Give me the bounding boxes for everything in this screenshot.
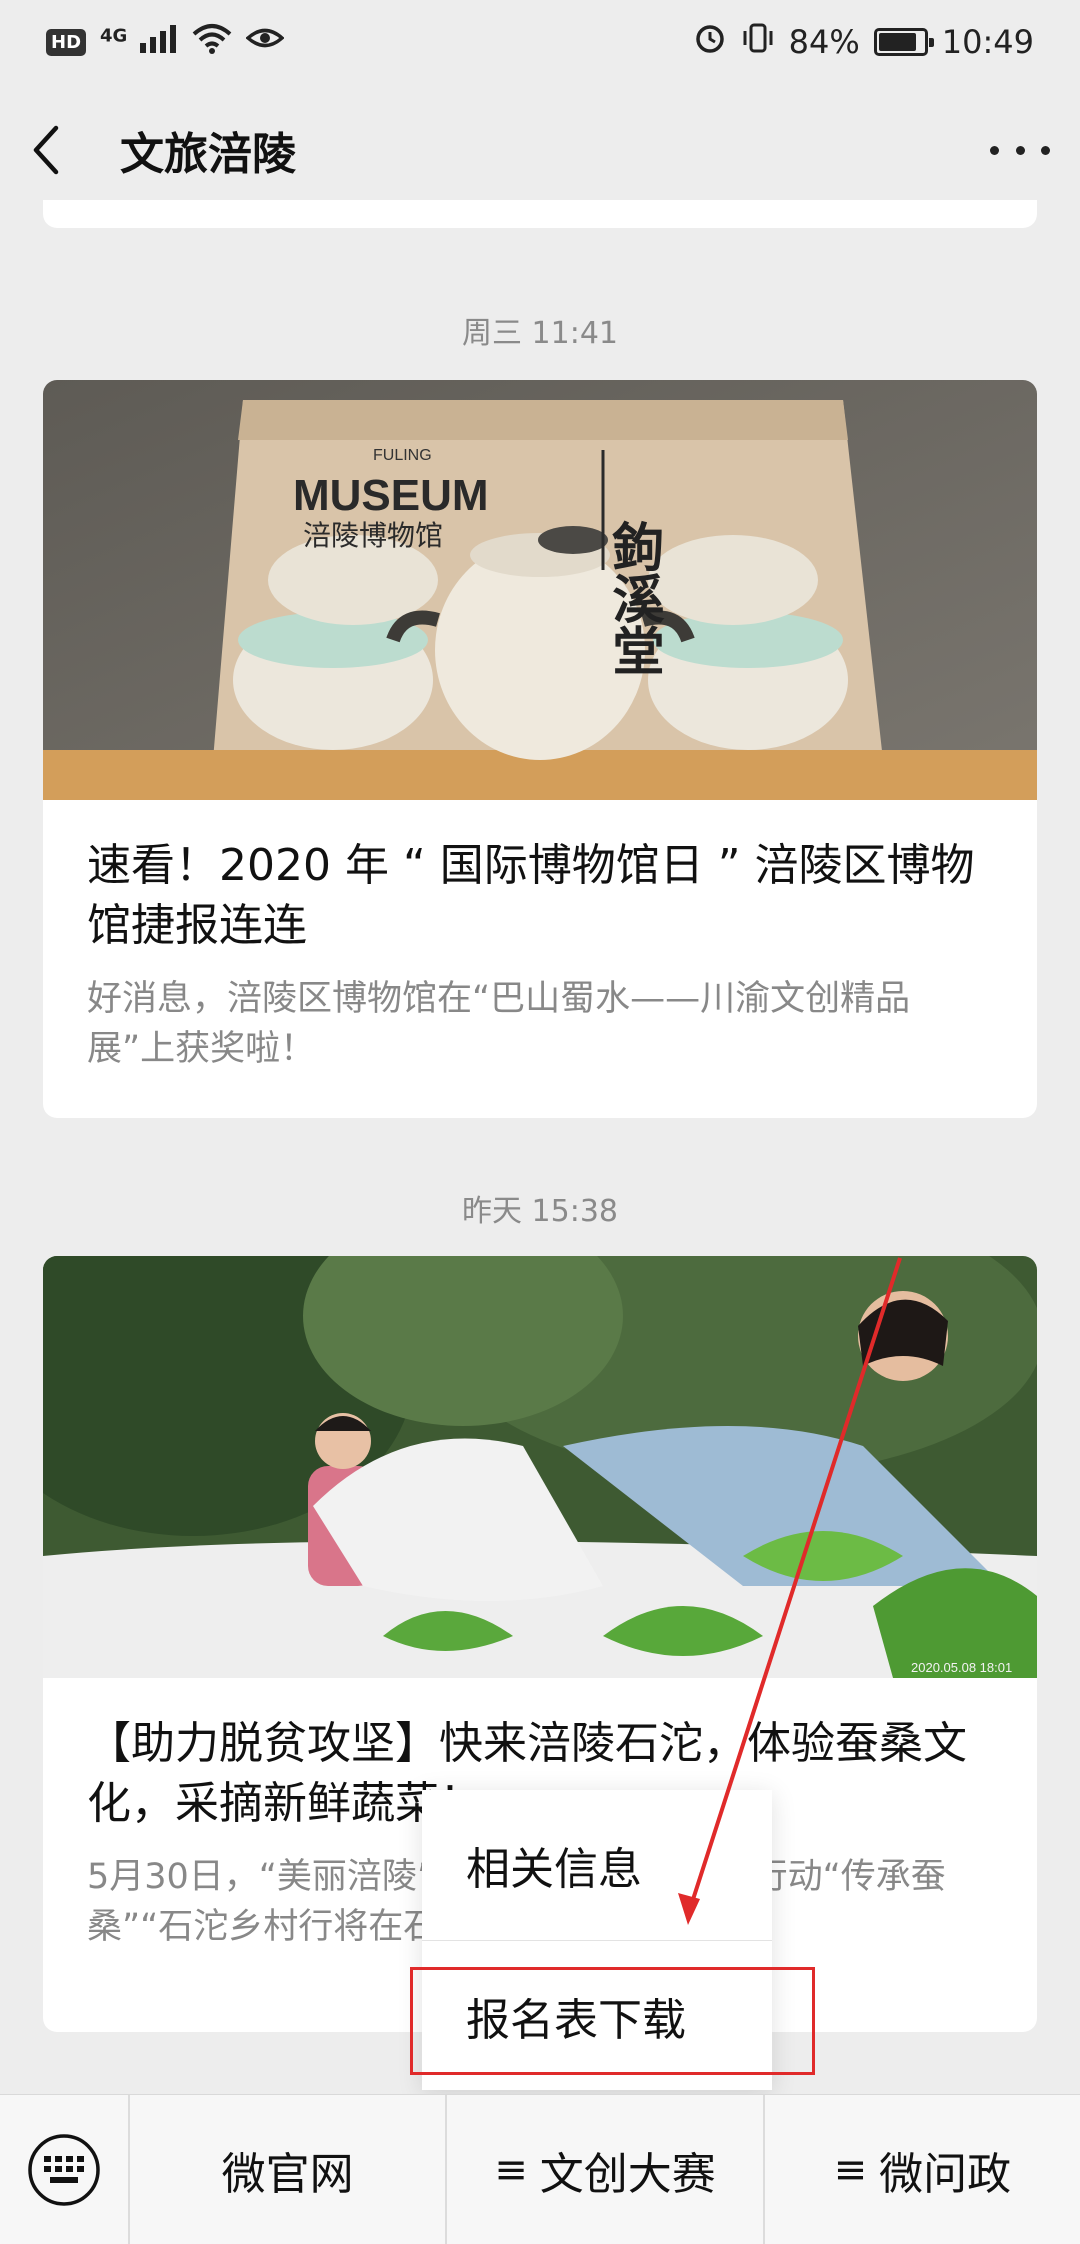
menu-item-registration-download[interactable]: 报名表下载 bbox=[422, 1940, 772, 2090]
dot-icon bbox=[1041, 145, 1050, 155]
wifi-icon bbox=[192, 22, 232, 62]
cover-text-vertical: 鉤溪堂 bbox=[603, 520, 665, 676]
article-title: 速看！2020 年 “ 国际博物馆日 ” 涪陵区博物馆捷报连连 bbox=[87, 840, 975, 951]
battery-icon bbox=[873, 28, 934, 56]
menu-tab-label: 文创大赛 bbox=[539, 2148, 716, 2200]
more-options-button[interactable] bbox=[990, 130, 1050, 170]
battery-fill bbox=[878, 33, 916, 51]
submenu-list-icon: ≡ bbox=[833, 2146, 868, 2193]
submenu-list-icon: ≡ bbox=[494, 2146, 528, 2193]
alarm-icon bbox=[693, 21, 727, 63]
previous-article-card[interactable] bbox=[43, 200, 1037, 228]
menu-tab-label: 微官网 bbox=[221, 2148, 354, 2200]
chat-header: 文旅涪陵 bbox=[0, 84, 1080, 216]
timestamp: 昨天 15:38 bbox=[462, 1194, 618, 1229]
eye-icon bbox=[244, 23, 285, 61]
menu-tab-label: 微问政 bbox=[879, 2148, 1012, 2200]
cover-text-top: FULING bbox=[373, 447, 432, 464]
cover-caption: 2020.05.08 18:01 bbox=[911, 1660, 1012, 1675]
dot-icon bbox=[1015, 145, 1025, 155]
article-body: 速看！2020 年 “ 国际博物馆日 ” 涪陵区博物馆捷报连连 好消息，涪陵区博… bbox=[43, 800, 1037, 1118]
bottom-menu-bar: 微官网 ≡ 文创大赛 ≡ 微问政 bbox=[0, 2094, 1080, 2244]
article-digest: 好消息，涪陵区博物馆在“巴山蜀水——川渝文创精品展”上获奖啦！ bbox=[87, 979, 911, 1069]
cover-text-cn: 涪陵博物馆 bbox=[303, 519, 443, 552]
clock-time: 10:49 bbox=[941, 23, 1034, 61]
dot-icon bbox=[990, 145, 999, 155]
cover-text-main: MUSEUM bbox=[293, 471, 489, 520]
keyboard-toggle-button[interactable] bbox=[0, 2094, 130, 2244]
status-right: 84% 10:49 bbox=[693, 21, 1034, 63]
menu-tab-inquiry[interactable]: ≡ 微问政 bbox=[762, 2094, 1080, 2244]
chevron-left-icon bbox=[33, 125, 59, 175]
back-button[interactable] bbox=[30, 115, 80, 185]
battery-percent: 84% bbox=[788, 23, 860, 61]
page-title: 文旅涪陵 bbox=[120, 129, 296, 180]
keyboard-icon bbox=[28, 2133, 100, 2206]
menu-item-related-info[interactable]: 相关信息 bbox=[422, 1790, 772, 1940]
vibrate-icon bbox=[741, 21, 775, 63]
status-bar: HD 4G 84% 10:49 bbox=[0, 0, 1080, 84]
menu-tab-creative-contest[interactable]: ≡ 文创大赛 bbox=[445, 2094, 762, 2244]
article-cover-image: 2020.05.08 18:01 bbox=[43, 1256, 1037, 1678]
status-left: HD 4G bbox=[46, 22, 285, 62]
timestamp: 周三 11:41 bbox=[462, 316, 618, 351]
network-label: 4G bbox=[100, 25, 128, 47]
article-cover-image: FULING MUSEUM 涪陵博物馆 鉤溪堂 bbox=[43, 380, 1037, 800]
popup-menu: 相关信息 报名表下载 bbox=[422, 1790, 772, 2090]
hd-badge: HD bbox=[46, 28, 87, 56]
article-card[interactable]: FULING MUSEUM 涪陵博物馆 鉤溪堂 速看！2020 年 “ 国际博物… bbox=[43, 380, 1037, 1118]
signal-icon: 4G bbox=[100, 23, 177, 61]
menu-tab-official-site[interactable]: 微官网 bbox=[130, 2095, 445, 2244]
